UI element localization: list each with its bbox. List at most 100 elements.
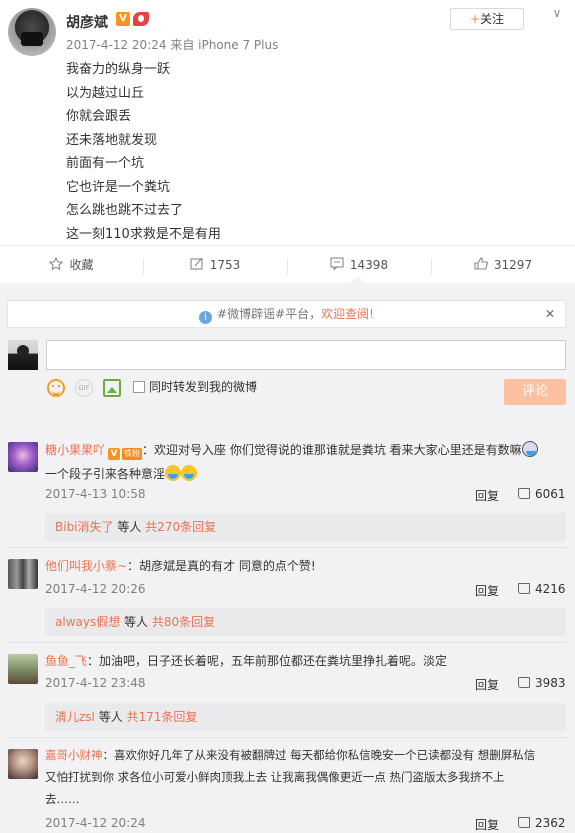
thumbs-up-icon [518, 488, 530, 499]
comment-like-button[interactable]: 2362 [518, 816, 566, 830]
info-icon: i [199, 311, 213, 324]
submit-comment-button[interactable]: 评论 [504, 379, 566, 405]
like-count: 31297 [493, 258, 533, 272]
post-line: 它也许是一个粪坑 [66, 179, 171, 195]
sub-reply-user[interactable]: always假想 [55, 615, 120, 629]
collect-button[interactable]: 收藏 [0, 246, 143, 284]
rumor-notice: i #微博辟谣#平台，欢迎查阅! ✕ [7, 300, 566, 328]
comment-like-count: 6061 [535, 487, 566, 501]
sub-reply-count[interactable]: 共80条回复 [152, 615, 215, 629]
comment-content: ：喜欢你好几年了从来没有被翻牌过 每天都给你私信晚安一个已读都没有 想删屏私信 [102, 748, 536, 762]
repost-count: 1753 [209, 258, 241, 272]
crying-emoji-icon [521, 441, 538, 457]
comment-time: 2017-4-12 20:26 [45, 582, 146, 596]
thumbs-up-icon [474, 247, 488, 270]
weibo-post: 胡彦斌 V 2017-4-12 20:24 来自 iPhone 7 Plus +… [0, 0, 575, 245]
comments-panel: i #微博辟谣#平台，欢迎查阅! ✕ GIF 同时转发到我的微博 评论 糖小果果吖… [0, 283, 575, 833]
commenter-name[interactable]: 嘉哥小财神 [45, 748, 103, 762]
comment-caret [351, 276, 365, 283]
gif-icon[interactable]: GIF [75, 379, 93, 397]
commenter-name[interactable]: 糖小果果吖 [45, 443, 105, 457]
comment-content: 又怕打扰到你 求各位小可爱小鲜肉顶我上去 让我离我偶像更近一点 热门盗版太多我挤… [45, 770, 505, 784]
sub-reply-mid: 等人 [120, 615, 152, 629]
comment-time: 2017-4-13 10:58 [45, 487, 146, 501]
comment-divider [8, 737, 567, 738]
notice-link[interactable]: 欢迎查阅! [321, 307, 374, 321]
commenter-name[interactable]: 鱼鱼_飞 [45, 654, 87, 668]
comment-text: 糖小果果吖 V 铁粉 ：欢迎对号入座 你们觉得说的谁那谁就是粪坑 看来大家心里还是有数… [45, 439, 567, 485]
reply-button[interactable]: 回复 [475, 816, 499, 833]
my-avatar[interactable] [8, 340, 38, 370]
comment-like-button[interactable]: 6061 [518, 487, 566, 501]
sub-replies-link[interactable]: 清儿zsl 等人 共171条回复 [45, 703, 566, 731]
collect-label: 收藏 [69, 258, 94, 272]
member-level-icon[interactable] [133, 12, 149, 26]
sub-reply-user[interactable]: 清儿zsl [55, 710, 95, 724]
comment-divider [8, 642, 567, 643]
sub-replies-link[interactable]: Bibi消失了 等人 共270条回复 [45, 513, 566, 541]
comment-time: 2017-4-12 20:24 [45, 816, 146, 830]
follow-button[interactable]: +关注 [450, 8, 524, 30]
comment-time: 2017-4-12 23:48 [45, 676, 146, 690]
sub-reply-mid: 等人 [94, 710, 127, 724]
reply-button[interactable]: 回复 [475, 487, 499, 504]
chevron-down-icon[interactable]: ∨ [548, 6, 566, 20]
like-button[interactable]: 31297 [431, 246, 575, 284]
comment-content: ：胡彦斌是真的有才 同意的点个赞! [127, 559, 316, 573]
verified-badge-icon: V [108, 448, 121, 460]
author-avatar[interactable] [8, 8, 56, 56]
repost-icon [190, 247, 204, 270]
comment-count: 14398 [349, 258, 389, 272]
sub-reply-mid: 等人 [113, 520, 146, 534]
sub-reply-count[interactable]: 共171条回复 [127, 710, 198, 724]
comment-like-button[interactable]: 3983 [518, 676, 566, 690]
comment-input[interactable] [46, 340, 566, 370]
image-icon[interactable] [103, 379, 121, 397]
commenter-avatar[interactable] [8, 559, 38, 589]
comment-like-count: 3983 [535, 676, 566, 690]
comment-like-count: 4216 [535, 582, 566, 596]
comment-icon [330, 247, 344, 271]
author-name[interactable]: 胡彦斌 [66, 12, 108, 32]
commenter-name[interactable]: 他们叫我小蔡~ [45, 559, 127, 573]
thumbs-up-icon [518, 583, 530, 594]
comment-content: 一个段子引来各种意淫 [45, 467, 166, 481]
commenter-avatar[interactable] [8, 654, 38, 684]
comment-like-count: 2362 [535, 816, 566, 830]
sub-reply-count[interactable]: 共270条回复 [145, 520, 216, 534]
emoji-icon[interactable] [47, 379, 65, 397]
plus-icon: + [469, 12, 481, 26]
repost-checkbox[interactable] [133, 381, 145, 393]
sub-replies-link[interactable]: always假想 等人 共80条回复 [45, 608, 566, 636]
post-meta: 2017-4-12 20:24 来自 iPhone 7 Plus [66, 38, 279, 52]
thumbs-up-icon [518, 817, 530, 828]
commenter-avatar[interactable] [8, 442, 38, 472]
comment-content: ：加油吧，日子还长着呢，五年前那位都还在粪坑里挣扎着呢。淡定 [87, 654, 448, 668]
repost-checkbox-label: 同时转发到我的微博 [149, 380, 258, 394]
post-line: 你就会跟丢 [66, 109, 132, 124]
post-line: 还未落地就发现 [66, 132, 158, 148]
reply-button[interactable]: 回复 [475, 676, 499, 693]
comment-content: 去…… [45, 792, 80, 806]
close-icon[interactable]: ✕ [545, 301, 555, 327]
follow-label: 关注 [480, 12, 505, 26]
reply-button[interactable]: 回复 [475, 582, 499, 599]
laughing-emoji-icon [181, 465, 198, 481]
post-line: 这一刻110求救是不是有用 [66, 226, 221, 242]
post-line: 以为越过山丘 [66, 85, 145, 101]
post-content: 我奋力的纵身一跃 以为越过山丘 你就会跟丢 还未落地就发现 前面有一个坑 它也许… [66, 58, 221, 246]
verified-badge-icon[interactable]: V [116, 12, 130, 26]
action-bar: 收藏 1753 14398 31297 [0, 245, 575, 283]
comment-divider [8, 547, 567, 548]
comment-like-button[interactable]: 4216 [518, 582, 566, 596]
thumbs-up-icon [518, 677, 530, 688]
star-icon [49, 247, 64, 271]
comment-text: 他们叫我小蔡~：胡彦斌是真的有才 同意的点个赞! [45, 555, 567, 577]
commenter-avatar[interactable] [8, 749, 38, 779]
comment-text: 嘉哥小财神：喜欢你好几年了从来没有被翻牌过 每天都给你私信晚安一个已读都没有 想… [45, 744, 567, 810]
comment-text: 鱼鱼_飞：加油吧，日子还长着呢，五年前那位都还在粪坑里挣扎着呢。淡定 [45, 650, 567, 672]
repost-button[interactable]: 1753 [143, 246, 287, 284]
post-line: 怎么跳也跳不过去了 [66, 203, 184, 218]
sub-reply-user[interactable]: Bibi消失了 [55, 520, 114, 534]
fan-badge: 铁粉 [122, 448, 143, 460]
